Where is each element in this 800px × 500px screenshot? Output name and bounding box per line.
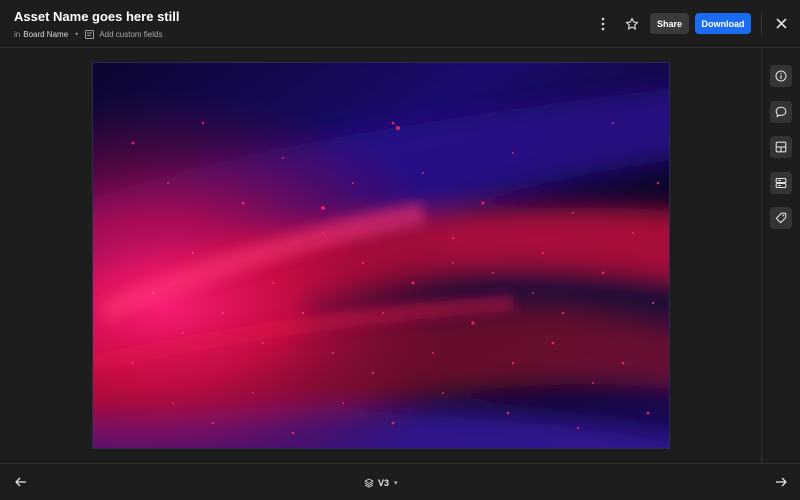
more-options-button[interactable] <box>594 14 612 34</box>
info-icon <box>775 70 787 82</box>
version-label: V3 <box>378 478 390 488</box>
star-icon <box>625 17 639 30</box>
more-vertical-icon <box>601 17 605 31</box>
layers-icon <box>364 478 374 488</box>
chevron-down-icon: ▾ <box>394 480 398 487</box>
footer-bar: V3 ▾ <box>0 463 800 500</box>
header-bar: Asset Name goes here still in Board Name… <box>0 0 800 48</box>
add-custom-fields-link[interactable]: Add custom fields <box>99 30 162 39</box>
close-icon <box>775 17 787 29</box>
comments-button[interactable] <box>770 101 792 123</box>
download-button[interactable]: Download <box>695 13 751 34</box>
in-label: in <box>14 29 21 39</box>
asset-viewer: Asset Name goes here still in Board Name… <box>0 0 800 500</box>
right-sidebar <box>761 48 800 463</box>
info-button[interactable] <box>770 65 792 87</box>
favorite-button[interactable] <box>622 14 642 34</box>
separator-dot: • <box>75 29 79 39</box>
tag-icon <box>775 212 787 224</box>
comment-icon <box>775 106 787 118</box>
storage-button[interactable] <box>770 172 792 194</box>
previous-asset-button[interactable] <box>12 473 30 491</box>
asset-subline: in Board Name • Add custom fields <box>14 28 162 40</box>
storage-icon <box>775 177 787 189</box>
layout-button[interactable] <box>770 136 792 158</box>
next-asset-button[interactable] <box>772 473 790 491</box>
layout-icon <box>775 141 787 153</box>
arrow-right-icon <box>776 477 787 487</box>
custom-fields-icon <box>85 29 95 39</box>
share-button[interactable]: Share <box>650 13 689 34</box>
header-divider <box>761 14 762 34</box>
arrow-left-icon <box>15 477 26 487</box>
asset-preview-image <box>92 62 670 449</box>
tags-button[interactable] <box>770 207 792 229</box>
asset-title: Asset Name goes here still <box>14 9 180 24</box>
version-selector[interactable]: V3 ▾ <box>364 476 398 490</box>
close-button[interactable] <box>771 13 791 33</box>
board-name-link[interactable]: Board Name <box>23 30 68 39</box>
